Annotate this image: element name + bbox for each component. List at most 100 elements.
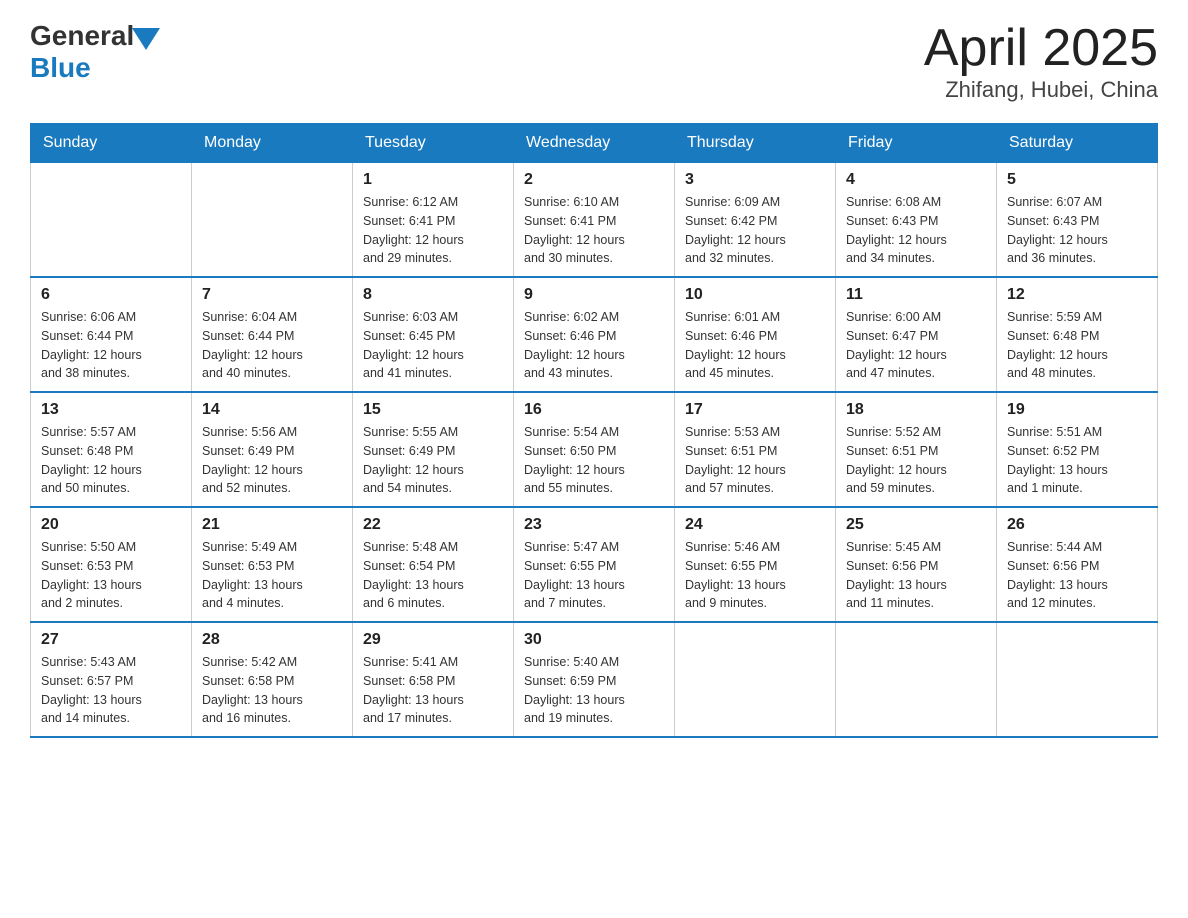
day-number: 1 bbox=[363, 171, 503, 189]
day-info: Sunrise: 6:08 AM Sunset: 6:43 PM Dayligh… bbox=[846, 193, 986, 268]
page-header: General Blue April 2025 Zhifang, Hubei, … bbox=[30, 20, 1158, 103]
day-cell: 10 Sunrise: 6:01 AM Sunset: 6:46 PM Dayli… bbox=[675, 277, 836, 392]
day-number: 7 bbox=[202, 286, 342, 304]
logo-text-block: General Blue bbox=[30, 20, 160, 84]
calendar-header: SundayMondayTuesdayWednesdayThursdayFrid… bbox=[31, 124, 1158, 163]
day-number: 17 bbox=[685, 401, 825, 419]
day-number: 23 bbox=[524, 516, 664, 534]
day-cell bbox=[836, 622, 997, 737]
day-info: Sunrise: 6:00 AM Sunset: 6:47 PM Dayligh… bbox=[846, 308, 986, 383]
day-cell: 12Sunrise: 5:59 AM Sunset: 6:48 PM Dayli… bbox=[997, 277, 1158, 392]
day-cell: 28Sunrise: 5:42 AM Sunset: 6:58 PM Dayli… bbox=[192, 622, 353, 737]
day-cell: 7 Sunrise: 6:04 AM Sunset: 6:44 PM Daylig… bbox=[192, 277, 353, 392]
header-day-saturday: Saturday bbox=[997, 124, 1158, 163]
day-info: Sunrise: 5:42 AM Sunset: 6:58 PM Dayligh… bbox=[202, 653, 342, 728]
day-info: Sunrise: 5:43 AM Sunset: 6:57 PM Dayligh… bbox=[41, 653, 181, 728]
day-number: 4 bbox=[846, 171, 986, 189]
day-info: Sunrise: 6:06 AM Sunset: 6:44 PM Dayligh… bbox=[41, 308, 181, 383]
day-number: 27 bbox=[41, 631, 181, 649]
day-cell: 27 Sunrise: 5:43 AM Sunset: 6:57 PM Dayli… bbox=[31, 622, 192, 737]
day-info: Sunrise: 5:57 AM Sunset: 6:48 PM Dayligh… bbox=[41, 423, 181, 498]
day-cell: 30Sunrise: 5:40 AM Sunset: 6:59 PM Dayli… bbox=[514, 622, 675, 737]
day-info: Sunrise: 5:56 AM Sunset: 6:49 PM Dayligh… bbox=[202, 423, 342, 498]
day-info: Sunrise: 5:45 AM Sunset: 6:56 PM Dayligh… bbox=[846, 538, 986, 613]
day-cell: 6Sunrise: 6:06 AM Sunset: 6:44 PM Daylig… bbox=[31, 277, 192, 392]
header-day-monday: Monday bbox=[192, 124, 353, 163]
day-number: 29 bbox=[363, 631, 503, 649]
day-info: Sunrise: 5:46 AM Sunset: 6:55 PM Dayligh… bbox=[685, 538, 825, 613]
day-cell: 17 Sunrise: 5:53 AM Sunset: 6:51 PM Dayli… bbox=[675, 392, 836, 507]
day-number: 26 bbox=[1007, 516, 1147, 534]
calendar-title: April 2025 bbox=[924, 20, 1158, 77]
day-info: Sunrise: 5:53 AM Sunset: 6:51 PM Dayligh… bbox=[685, 423, 825, 498]
day-cell: 15 Sunrise: 5:55 AM Sunset: 6:49 PM Dayli… bbox=[353, 392, 514, 507]
day-info: Sunrise: 5:55 AM Sunset: 6:49 PM Dayligh… bbox=[363, 423, 503, 498]
header-day-sunday: Sunday bbox=[31, 124, 192, 163]
day-info: Sunrise: 6:01 AM Sunset: 6:46 PM Dayligh… bbox=[685, 308, 825, 383]
day-info: Sunrise: 5:41 AM Sunset: 6:58 PM Dayligh… bbox=[363, 653, 503, 728]
day-cell: 23 Sunrise: 5:47 AM Sunset: 6:55 PM Dayli… bbox=[514, 507, 675, 622]
day-info: Sunrise: 6:10 AM Sunset: 6:41 PM Dayligh… bbox=[524, 193, 664, 268]
day-info: Sunrise: 6:07 AM Sunset: 6:43 PM Dayligh… bbox=[1007, 193, 1147, 268]
week-row-5: 27 Sunrise: 5:43 AM Sunset: 6:57 PM Dayli… bbox=[31, 622, 1158, 737]
day-cell bbox=[997, 622, 1158, 737]
day-number: 30 bbox=[524, 631, 664, 649]
day-cell: 9 Sunrise: 6:02 AM Sunset: 6:46 PM Daylig… bbox=[514, 277, 675, 392]
day-cell bbox=[192, 163, 353, 278]
day-info: Sunrise: 6:03 AM Sunset: 6:45 PM Dayligh… bbox=[363, 308, 503, 383]
calendar-table: SundayMondayTuesdayWednesdayThursdayFrid… bbox=[30, 123, 1158, 738]
day-info: Sunrise: 6:02 AM Sunset: 6:46 PM Dayligh… bbox=[524, 308, 664, 383]
day-cell: 16Sunrise: 5:54 AM Sunset: 6:50 PM Dayli… bbox=[514, 392, 675, 507]
day-cell: 26 Sunrise: 5:44 AM Sunset: 6:56 PM Dayli… bbox=[997, 507, 1158, 622]
day-info: Sunrise: 5:48 AM Sunset: 6:54 PM Dayligh… bbox=[363, 538, 503, 613]
day-cell: 2Sunrise: 6:10 AM Sunset: 6:41 PM Daylig… bbox=[514, 163, 675, 278]
day-cell: 11 Sunrise: 6:00 AM Sunset: 6:47 PM Dayli… bbox=[836, 277, 997, 392]
day-cell: 5 Sunrise: 6:07 AM Sunset: 6:43 PM Daylig… bbox=[997, 163, 1158, 278]
day-number: 19 bbox=[1007, 401, 1147, 419]
day-number: 9 bbox=[524, 286, 664, 304]
day-number: 25 bbox=[846, 516, 986, 534]
day-number: 5 bbox=[1007, 171, 1147, 189]
day-info: Sunrise: 5:49 AM Sunset: 6:53 PM Dayligh… bbox=[202, 538, 342, 613]
header-day-friday: Friday bbox=[836, 124, 997, 163]
week-row-4: 20Sunrise: 5:50 AM Sunset: 6:53 PM Dayli… bbox=[31, 507, 1158, 622]
day-cell: 20Sunrise: 5:50 AM Sunset: 6:53 PM Dayli… bbox=[31, 507, 192, 622]
day-cell: 1 Sunrise: 6:12 AM Sunset: 6:41 PM Daylig… bbox=[353, 163, 514, 278]
day-number: 10 bbox=[685, 286, 825, 304]
calendar-body: 1 Sunrise: 6:12 AM Sunset: 6:41 PM Daylig… bbox=[31, 163, 1158, 738]
day-info: Sunrise: 6:04 AM Sunset: 6:44 PM Dayligh… bbox=[202, 308, 342, 383]
week-row-3: 13 Sunrise: 5:57 AM Sunset: 6:48 PM Dayli… bbox=[31, 392, 1158, 507]
day-number: 13 bbox=[41, 401, 181, 419]
day-cell: 18Sunrise: 5:52 AM Sunset: 6:51 PM Dayli… bbox=[836, 392, 997, 507]
day-number: 3 bbox=[685, 171, 825, 189]
day-info: Sunrise: 5:52 AM Sunset: 6:51 PM Dayligh… bbox=[846, 423, 986, 498]
day-number: 11 bbox=[846, 286, 986, 304]
day-cell: 25 Sunrise: 5:45 AM Sunset: 6:56 PM Dayli… bbox=[836, 507, 997, 622]
header-day-wednesday: Wednesday bbox=[514, 124, 675, 163]
day-number: 16 bbox=[524, 401, 664, 419]
week-row-1: 1 Sunrise: 6:12 AM Sunset: 6:41 PM Daylig… bbox=[31, 163, 1158, 278]
logo: General Blue bbox=[30, 20, 160, 84]
day-cell: 8 Sunrise: 6:03 AM Sunset: 6:45 PM Daylig… bbox=[353, 277, 514, 392]
logo-general: General bbox=[30, 20, 134, 52]
day-number: 24 bbox=[685, 516, 825, 534]
title-block: April 2025 Zhifang, Hubei, China bbox=[924, 20, 1158, 103]
header-day-tuesday: Tuesday bbox=[353, 124, 514, 163]
day-cell: 29 Sunrise: 5:41 AM Sunset: 6:58 PM Dayli… bbox=[353, 622, 514, 737]
week-row-2: 6Sunrise: 6:06 AM Sunset: 6:44 PM Daylig… bbox=[31, 277, 1158, 392]
day-number: 21 bbox=[202, 516, 342, 534]
day-info: Sunrise: 5:50 AM Sunset: 6:53 PM Dayligh… bbox=[41, 538, 181, 613]
day-cell: 3Sunrise: 6:09 AM Sunset: 6:42 PM Daylig… bbox=[675, 163, 836, 278]
day-info: Sunrise: 5:44 AM Sunset: 6:56 PM Dayligh… bbox=[1007, 538, 1147, 613]
day-cell: 4 Sunrise: 6:08 AM Sunset: 6:43 PM Daylig… bbox=[836, 163, 997, 278]
day-info: Sunrise: 5:47 AM Sunset: 6:55 PM Dayligh… bbox=[524, 538, 664, 613]
day-number: 15 bbox=[363, 401, 503, 419]
day-info: Sunrise: 6:12 AM Sunset: 6:41 PM Dayligh… bbox=[363, 193, 503, 268]
day-number: 22 bbox=[363, 516, 503, 534]
day-number: 14 bbox=[202, 401, 342, 419]
header-day-thursday: Thursday bbox=[675, 124, 836, 163]
day-cell bbox=[31, 163, 192, 278]
day-cell: 22 Sunrise: 5:48 AM Sunset: 6:54 PM Dayli… bbox=[353, 507, 514, 622]
logo-triangle-icon bbox=[132, 28, 160, 50]
day-number: 8 bbox=[363, 286, 503, 304]
